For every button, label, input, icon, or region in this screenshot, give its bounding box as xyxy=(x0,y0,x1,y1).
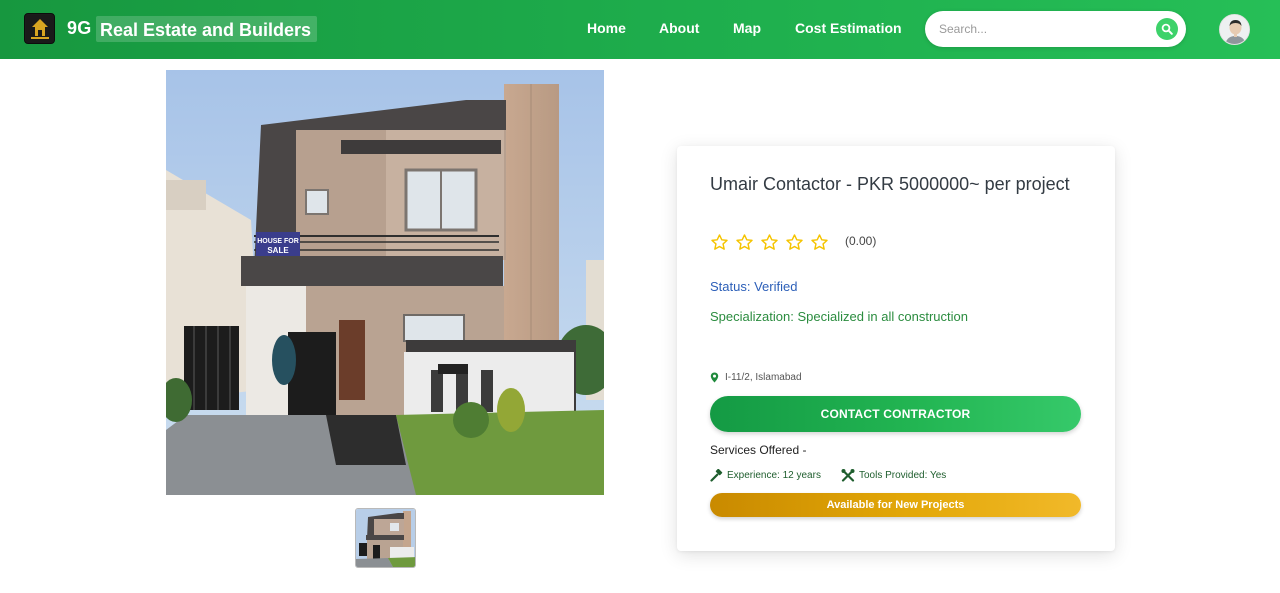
star-icon[interactable] xyxy=(735,233,754,252)
hammer-icon xyxy=(710,469,723,482)
nav-map[interactable]: Map xyxy=(733,20,761,36)
location: I-11/2, Islamabad xyxy=(710,372,802,383)
star-icon[interactable] xyxy=(760,233,779,252)
availability-badge[interactable]: Available for New Projects xyxy=(710,493,1081,517)
contact-contractor-button[interactable]: CONTACT CONTRACTOR xyxy=(710,396,1081,432)
search-box xyxy=(925,11,1186,47)
experience-item: Experience: 12 years xyxy=(710,469,821,482)
nav-about[interactable]: About xyxy=(659,20,699,36)
tools-item: Tools Provided: Yes xyxy=(841,469,946,482)
services-title: Services Offered - xyxy=(710,443,807,457)
tools-text: Tools Provided: Yes xyxy=(859,470,947,481)
status-text: Status: Verified xyxy=(710,279,798,294)
brand-number[interactable]: 9G xyxy=(67,18,91,39)
search-input[interactable] xyxy=(939,20,1149,38)
experience-text: Experience: 12 years xyxy=(727,470,821,481)
specialization-text: Specialization: Specialized in all const… xyxy=(710,309,968,324)
house-photo[interactable]: HOUSE FOR SALE xyxy=(166,70,604,495)
tools-icon xyxy=(841,469,855,482)
svg-text:SALE: SALE xyxy=(267,246,289,255)
star-icon[interactable] xyxy=(785,233,804,252)
user-avatar-icon[interactable] xyxy=(1219,14,1250,45)
map-pin-icon xyxy=(710,372,719,383)
contractor-card: Umair Contactor - PKR 5000000~ per proje… xyxy=(677,146,1115,551)
star-icon[interactable] xyxy=(710,233,729,252)
rating-value: (0.00) xyxy=(845,234,877,248)
gallery-thumbnail[interactable] xyxy=(355,508,416,568)
search-button[interactable] xyxy=(1156,18,1178,40)
rating-stars xyxy=(710,233,829,252)
contractor-title: Umair Contactor - PKR 5000000~ per proje… xyxy=(710,174,1070,194)
nav-home[interactable]: Home xyxy=(587,20,626,36)
brand-name[interactable]: Real Estate and Builders xyxy=(96,16,318,42)
top-navbar: 9G Real Estate and Builders Home About M… xyxy=(0,0,1280,59)
building-logo-icon[interactable] xyxy=(24,13,55,44)
nav-cost-estimation[interactable]: Cost Estimation xyxy=(795,20,902,36)
location-text: I-11/2, Islamabad xyxy=(725,372,802,383)
search-icon xyxy=(1161,23,1173,35)
star-icon[interactable] xyxy=(810,233,829,252)
svg-text:HOUSE FOR: HOUSE FOR xyxy=(257,238,299,245)
